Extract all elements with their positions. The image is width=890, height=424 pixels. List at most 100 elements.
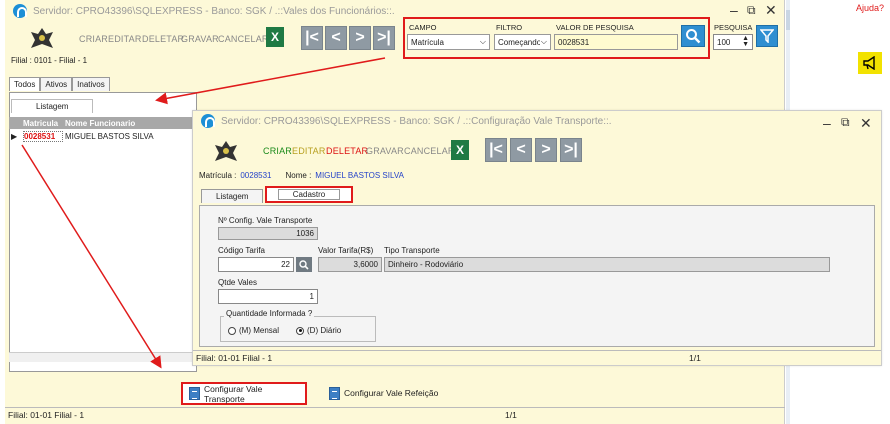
matricula-value: 0028531 xyxy=(240,171,272,180)
inner-deletar-button[interactable]: DELETAR xyxy=(326,146,368,156)
crest-logo-icon xyxy=(27,26,57,50)
filial-label: Filial : 0101 - Filial - 1 xyxy=(11,56,88,65)
restore-icon[interactable]: ⧉ xyxy=(747,3,756,18)
filter-icon xyxy=(760,29,774,43)
valor-tarifa-label: Valor Tarifa(R$) xyxy=(318,246,374,255)
radio-mensal[interactable]: (M) Mensal xyxy=(228,326,279,335)
row-pointer-icon: ▶ xyxy=(11,131,18,141)
spinner-arrows-icon[interactable]: ▲ ▼ xyxy=(742,35,749,48)
codigo-search-button[interactable] xyxy=(296,257,312,272)
inner-criar-button[interactable]: CRIAR xyxy=(263,146,292,156)
table-row[interactable]: ▶ 0028531 MIGUEL BASTOS SILVA xyxy=(9,130,197,142)
app-logo-icon xyxy=(13,4,27,18)
vale-transporte-label: Configurar Vale Transporte xyxy=(203,383,263,404)
qtde-vales-input[interactable]: 1 xyxy=(218,289,318,304)
inner-title: Servidor: CPRO43396\SQLEXPRESS - Banco: … xyxy=(221,115,612,127)
excel-export-icon[interactable]: X xyxy=(266,27,284,47)
close-icon[interactable]: ✕ xyxy=(765,2,777,19)
radio-diario[interactable]: (D) Diário xyxy=(296,326,341,335)
tab-todos[interactable]: Todos xyxy=(9,77,41,91)
nome-label: Nome : xyxy=(285,171,312,180)
radio-diario-circle[interactable] xyxy=(296,326,304,335)
tipo-transporte-value: Dinheiro - Rodoviário xyxy=(388,260,464,269)
inner-close-icon[interactable]: ✕ xyxy=(860,115,872,132)
page-edge-accent xyxy=(786,10,790,30)
megaphone-icon[interactable] xyxy=(858,52,882,74)
tab-cadastro[interactable]: Cadastro xyxy=(265,186,353,203)
cadastro-form: Nº Config. Vale Transporte 1036 Código T… xyxy=(199,205,875,347)
tab-ativos[interactable]: Ativos xyxy=(40,77,73,91)
cancelar-button[interactable]: CANCELAR xyxy=(218,34,269,44)
col-matricula[interactable]: Matricula xyxy=(23,119,63,128)
chevron-down-icon: ⌵ xyxy=(540,37,547,46)
pesquisa-stepper[interactable]: 100 ▲ ▼ xyxy=(713,34,753,50)
campo-select[interactable]: Matrícula ⌵ xyxy=(407,34,490,50)
outer-scrollbar[interactable] xyxy=(9,352,197,362)
config-value: 1036 xyxy=(296,229,314,238)
qtde-vales-label: Qtde Vales xyxy=(218,278,257,287)
radio-diario-label: (D) Diário xyxy=(307,326,342,335)
next-record-button[interactable]: > xyxy=(349,26,371,50)
pesquisa-label: PESQUISA xyxy=(714,23,753,32)
tipo-transporte-label: Tipo Transporte xyxy=(384,246,440,255)
codigo-input[interactable]: 22 xyxy=(218,257,294,272)
campo-label: CAMPO xyxy=(409,23,437,32)
excel-export-icon[interactable]: X xyxy=(451,140,469,160)
valor-pesquisa-input[interactable]: 0028531 xyxy=(554,34,678,50)
tab-listagem[interactable]: Listagem xyxy=(201,189,264,203)
valor-pesquisa-label: VALOR DE PESQUISA xyxy=(556,23,634,32)
last-record-button[interactable]: >| xyxy=(373,26,395,50)
tab-listagem-outer[interactable]: Listagem xyxy=(11,99,94,113)
inner-next-record-button[interactable]: > xyxy=(535,138,557,162)
valor-tarifa-field: 3,6000 xyxy=(318,257,382,272)
chevron-down-icon: ⌵ xyxy=(479,37,486,46)
quantidade-label: Quantidade Informada ? xyxy=(224,309,315,318)
minimize-icon[interactable]: – xyxy=(730,2,738,18)
filtro-value: Começando xyxy=(498,37,540,47)
matricula-label: Matrícula : xyxy=(199,171,237,180)
row-nome: MIGUEL BASTOS SILVA xyxy=(65,131,154,141)
config-field: 1036 xyxy=(218,227,318,240)
vale-refeicao-button[interactable]: Configurar Vale Refeição xyxy=(329,384,469,402)
search-icon xyxy=(686,29,701,44)
help-link[interactable]: Ajuda? xyxy=(856,3,884,13)
inner-cancelar-button[interactable]: CANCELAR xyxy=(404,146,455,156)
radio-mensal-circle[interactable] xyxy=(228,326,236,335)
editar-button[interactable]: EDITAR xyxy=(108,34,142,44)
document-icon xyxy=(329,386,340,400)
codigo-label: Código Tarifa xyxy=(218,246,265,255)
inner-editar-button[interactable]: EDITAR xyxy=(292,146,326,156)
outer-tabs: Todos Ativos Inativos xyxy=(9,77,110,91)
document-icon xyxy=(189,387,200,400)
filtro-select[interactable]: Começando ⌵ xyxy=(494,34,551,50)
config-label: Nº Config. Vale Transporte xyxy=(218,216,313,225)
crest-logo-icon xyxy=(211,139,241,163)
prev-record-button[interactable]: < xyxy=(325,26,347,50)
vale-refeicao-label: Configurar Vale Refeição xyxy=(344,388,439,398)
inner-minimize-icon[interactable]: – xyxy=(823,115,831,131)
tab-inativos[interactable]: Inativos xyxy=(72,77,110,91)
col-nome[interactable]: Nome Funcionario xyxy=(65,119,135,128)
vale-transporte-button[interactable]: Configurar Vale Transporte xyxy=(181,382,307,405)
inner-status-filial: Filial: 01-01 Filial - 1 xyxy=(196,352,273,363)
inner-window: Servidor: CPRO43396\SQLEXPRESS - Banco: … xyxy=(192,110,882,366)
inner-restore-icon[interactable]: ⧉ xyxy=(841,115,850,130)
inner-prev-record-button[interactable]: < xyxy=(510,138,532,162)
search-button[interactable] xyxy=(681,25,705,47)
employee-info: Matrícula : 0028531 Nome : MIGUEL BASTOS… xyxy=(199,171,404,180)
gravar-button[interactable]: GRAVAR xyxy=(181,34,219,44)
inner-gravar-button[interactable]: GRAVAR xyxy=(366,146,404,156)
inner-titlebar: Servidor: CPRO43396\SQLEXPRESS - Banco: … xyxy=(193,111,881,131)
inner-first-record-button[interactable]: |< xyxy=(485,138,507,162)
inner-last-record-button[interactable]: >| xyxy=(560,138,582,162)
outer-statusbar: Filial: 01-01 Filial - 1 1/1 xyxy=(5,407,785,422)
criar-button[interactable]: CRIAR xyxy=(79,34,108,44)
valor-tarifa-value: 3,6000 xyxy=(353,260,378,269)
filtro-label: FILTRO xyxy=(496,23,523,32)
app-logo-icon xyxy=(201,114,215,128)
tab-cadastro-label: Cadastro xyxy=(277,189,341,200)
deletar-button[interactable]: DELETAR xyxy=(142,34,184,44)
first-record-button[interactable]: |< xyxy=(301,26,323,50)
filter-button[interactable] xyxy=(756,25,778,47)
inner-statusbar: Filial: 01-01 Filial - 1 1/1 xyxy=(193,350,881,364)
